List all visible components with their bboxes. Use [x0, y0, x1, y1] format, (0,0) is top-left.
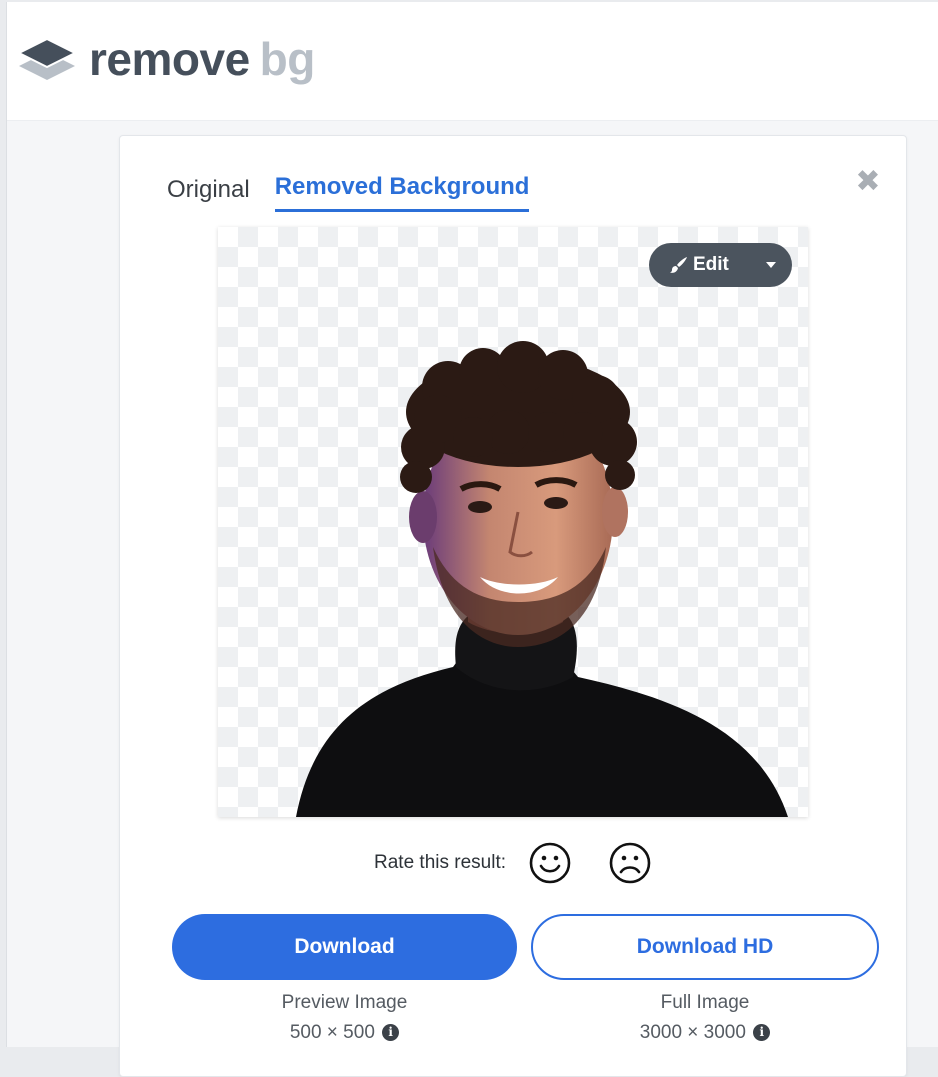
- preview-image-caption: Preview Image: [281, 992, 408, 1013]
- info-icon[interactable]: i: [382, 1024, 400, 1042]
- logo-text: remove bg: [89, 36, 315, 82]
- rating-label: Rate this result:: [374, 852, 506, 873]
- edit-label: Edit: [693, 254, 729, 275]
- tab-original[interactable]: Original: [167, 176, 250, 212]
- download-button[interactable]: Download: [172, 914, 517, 980]
- tab-removed-background[interactable]: Removed Background: [274, 173, 530, 212]
- edit-button[interactable]: Edit: [649, 243, 792, 287]
- full-image-info: Full Image 3000 × 3000 i: [531, 988, 879, 1048]
- full-image-size: 3000 × 3000: [639, 1022, 746, 1043]
- rating-row: Rate this result:: [120, 841, 906, 885]
- edit-main[interactable]: Edit: [649, 254, 729, 276]
- brush-icon: [670, 257, 687, 273]
- preview-image-size-row: 500 × 500 i: [172, 1018, 517, 1048]
- layers-logo-icon: [17, 37, 77, 80]
- close-icon[interactable]: ✖: [852, 166, 884, 198]
- header: remove bg: [7, 2, 938, 121]
- preview-image-size: 500 × 500: [289, 1022, 375, 1043]
- person-cutout-image: [296, 341, 788, 817]
- logo-word-bg: bg: [259, 33, 316, 85]
- chevron-down-icon[interactable]: [766, 262, 776, 268]
- view-tabs: Original Removed Background: [167, 173, 530, 212]
- logo-word-remove: remove: [89, 33, 250, 85]
- smiley-face-icon[interactable]: [528, 841, 572, 885]
- preview-image-info: Preview Image 500 × 500 i: [172, 988, 517, 1048]
- full-image-size-row: 3000 × 3000 i: [531, 1018, 879, 1048]
- download-hd-button[interactable]: Download HD: [531, 914, 879, 980]
- logo[interactable]: remove bg: [17, 36, 315, 82]
- frowning-face-icon[interactable]: [608, 841, 652, 885]
- page: removebg Original Removed Background ✖: [6, 2, 938, 1077]
- full-image-caption: Full Image: [660, 992, 750, 1013]
- result-card: Original Removed Background ✖ Edit Rate …: [119, 135, 907, 1077]
- result-preview: Edit: [218, 227, 808, 817]
- info-icon[interactable]: i: [753, 1024, 771, 1042]
